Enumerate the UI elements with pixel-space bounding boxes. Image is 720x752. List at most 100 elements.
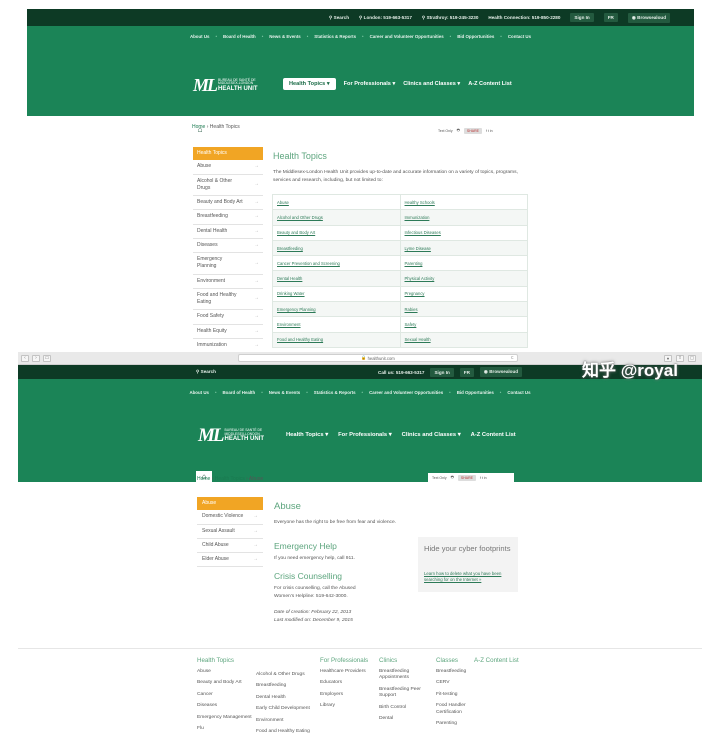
footer-link[interactable]: Healthcare Providers [320, 669, 368, 675]
call-us[interactable]: Call us: 519-663-5317 [378, 370, 424, 375]
sidebar-item-dental[interactable]: Dental Health → [193, 225, 263, 239]
nav-health-topics[interactable]: Health Topics ▾ [286, 432, 328, 438]
cyber-link[interactable]: Learn how to delete what you have been s… [424, 571, 512, 584]
sidebar-item-immunization[interactable]: Immunization → [193, 339, 263, 352]
text-only-link[interactable]: Text Only [438, 129, 453, 133]
menu-about-us[interactable]: About Us [189, 390, 209, 395]
footer-link[interactable]: Emergency Management [197, 715, 252, 721]
health-unit-logo[interactable]: ML BUREAU DE SANTÉ DE MIDDLESEX-LONDON H… [198, 425, 264, 447]
sidebar-item-health-equity[interactable]: Health Equity → [193, 325, 263, 339]
topic-link[interactable]: Sexual Health [399, 331, 528, 348]
sidebar-item-abuse[interactable]: Abuse [197, 497, 263, 511]
menu-statistics-reports[interactable]: Statistics & Reports [314, 390, 356, 395]
footer-link[interactable]: Food and Healthy Eating [256, 729, 310, 735]
french-button[interactable]: FR [603, 13, 618, 22]
menu-bid-opportunities[interactable]: Bid Opportunities [457, 34, 494, 39]
nav-az-content[interactable]: A-Z Content List [471, 432, 516, 438]
topic-link[interactable]: Environment [272, 316, 401, 333]
sidebar-toggle-button[interactable]: ▭ [43, 354, 51, 362]
sidebar-item-environment[interactable]: Environment → [193, 275, 263, 289]
health-unit-logo[interactable]: ML BUREAU DE SANTÉ DE MIDDLESEX-LONDON H… [193, 75, 258, 96]
topic-link[interactable]: Cancer Prevention and Screening [272, 255, 401, 272]
menu-contact-us[interactable]: Contact Us [507, 390, 530, 395]
topic-link[interactable]: Physical Activity [399, 270, 528, 287]
topic-link[interactable]: Parenting [399, 255, 528, 272]
footer-link[interactable]: Employers [320, 692, 368, 698]
sidebar-item-emergency[interactable]: Emergency Planning → [193, 253, 263, 275]
topic-link[interactable]: Food and Healthy Eating [272, 331, 401, 348]
browsealoud-button[interactable]: ◉ Browsealoud [627, 12, 670, 23]
forward-button[interactable]: › [32, 354, 40, 362]
footer-link[interactable]: Food Handler Certification [436, 703, 484, 716]
topic-link[interactable]: Healthy Schools [399, 193, 528, 211]
topic-link[interactable]: Beauty and Body Art [272, 224, 401, 241]
footer-link[interactable]: Birth Control [379, 705, 429, 711]
tabs-icon[interactable]: ▢ [688, 354, 696, 362]
menu-news-events[interactable]: News & Events [269, 390, 300, 395]
breadcrumb-home[interactable]: Home [192, 124, 205, 130]
footer-link[interactable]: Breastfeeding [256, 683, 310, 689]
address-bar[interactable]: 🔒 healthunit.com [238, 354, 518, 362]
footer-link[interactable]: Abuse [197, 669, 252, 675]
health-connection-phone[interactable]: Health Connection: 519-850-2280 [488, 15, 560, 20]
search-link[interactable]: ⚲ Search [329, 15, 349, 21]
sidebar-item-breastfeeding[interactable]: Breastfeeding → [193, 210, 263, 225]
strathroy-phone[interactable]: ⚲ Strathroy: 519-245-3230 [422, 15, 479, 21]
menu-board-of-health[interactable]: Board of Health [223, 34, 256, 39]
nav-for-professionals[interactable]: For Professionals ▾ [344, 81, 396, 87]
nav-health-topics[interactable]: Health Topics ▾ [283, 78, 336, 90]
topic-link[interactable]: Alcohol and Other Drugs [272, 209, 401, 226]
share-button[interactable]: SHARE [463, 127, 482, 134]
sidebar-item-alcohol[interactable]: Alcohol & Other Drugs → [193, 175, 263, 196]
sign-in-button[interactable]: Sign In [430, 367, 454, 377]
text-only-link[interactable]: Text Only [432, 476, 447, 480]
footer-link[interactable]: Alcohol & Other Drugs [256, 672, 310, 678]
search-link[interactable]: ⚲ Search [196, 369, 216, 375]
menu-news-events[interactable]: News & Events [269, 34, 300, 39]
topic-link[interactable]: Lyme Disease [399, 239, 528, 257]
topic-link[interactable]: Drinking Water [272, 285, 401, 303]
topic-link[interactable]: Abuse [272, 193, 401, 211]
footer-link[interactable]: Cancer [197, 692, 252, 698]
topic-link[interactable]: Dental Health [272, 270, 401, 287]
menu-careers[interactable]: Career and Volunteer Opportunities [369, 390, 443, 395]
breadcrumb-health-topics[interactable]: Health Topics [215, 476, 245, 482]
french-button[interactable]: FR [459, 367, 474, 377]
footer-link[interactable]: Breastfeeding [436, 669, 484, 675]
footer-heading[interactable]: A-Z Content List [474, 657, 519, 664]
sidebar-item-diseases[interactable]: Diseases → [193, 239, 263, 253]
footer-link[interactable]: Library [320, 703, 368, 709]
menu-careers[interactable]: Career and Volunteer Opportunities [370, 34, 444, 39]
sidebar-item-elder-abuse[interactable]: Elder Abuse → [197, 553, 263, 568]
footer-link[interactable]: Early Child Development [256, 706, 310, 712]
share-button[interactable]: SHARE [457, 474, 476, 481]
footer-link[interactable]: Environment [256, 718, 310, 724]
footer-link[interactable]: Diseases [197, 703, 252, 709]
menu-contact-us[interactable]: Contact Us [508, 34, 531, 39]
topic-link[interactable]: Emergency Planning [272, 301, 401, 318]
sidebar-item-food-healthy[interactable]: Food and Healthy Eating → [193, 289, 263, 311]
nav-az-content[interactable]: A-Z Content List [468, 81, 512, 87]
footer-link[interactable]: Fit-testing [436, 692, 484, 698]
footer-link[interactable]: Flu [197, 726, 252, 732]
topic-link[interactable]: Immunization [399, 209, 528, 226]
nav-clinics-classes[interactable]: Clinics and Classes ▾ [402, 432, 461, 438]
footer-link[interactable]: Breastfeeding Appointments [379, 669, 429, 682]
footer-link[interactable]: Dental [379, 716, 429, 722]
menu-board-of-health[interactable]: Board of Health [223, 390, 256, 395]
breadcrumb-home[interactable]: Home [197, 476, 210, 482]
sidebar-item-child-abuse[interactable]: Child Abuse → [197, 539, 263, 553]
topic-link[interactable]: Infectious Diseases [399, 224, 528, 241]
print-icon[interactable]: 🖶 [457, 128, 460, 134]
topic-link[interactable]: Safety [399, 316, 528, 333]
print-icon[interactable]: 🖶 [451, 475, 454, 481]
menu-about-us[interactable]: About Us [190, 34, 210, 39]
sidebar-item-domestic-violence[interactable]: Domestic Violence → [197, 510, 263, 525]
browsealoud-button[interactable]: ◉ Browsealoud [479, 367, 523, 377]
footer-link[interactable]: Educators [320, 680, 368, 686]
sidebar-item-health-topics[interactable]: Health Topics [193, 147, 263, 161]
footer-link[interactable]: Parenting [436, 721, 484, 727]
reload-icon[interactable]: c [511, 355, 514, 361]
sidebar-item-beauty[interactable]: Beauty and Body Art → [193, 196, 263, 211]
footer-link[interactable]: Breastfeeding Peer Support [379, 687, 429, 700]
